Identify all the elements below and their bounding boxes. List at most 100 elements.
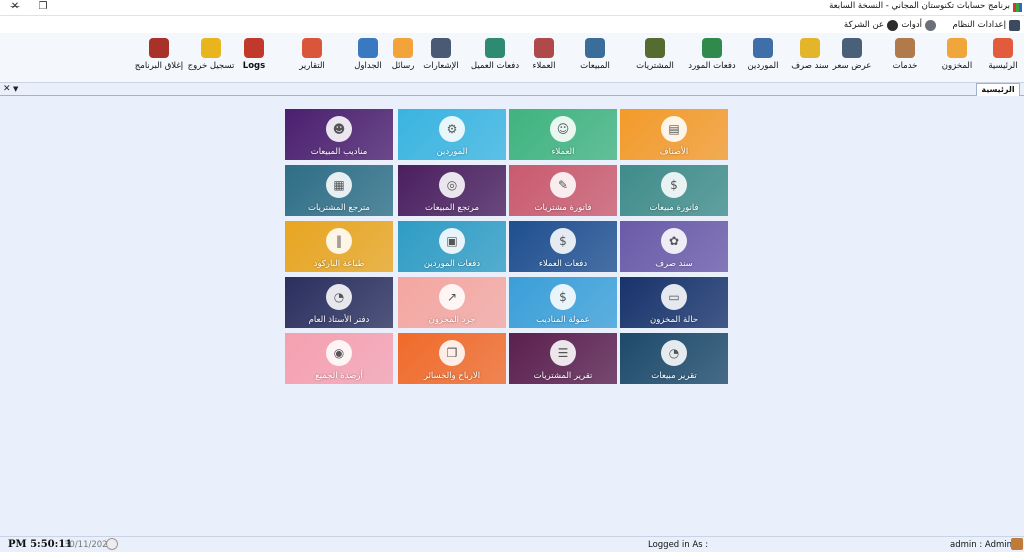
sales-report-icon: ◔ [661, 340, 687, 366]
ribbon-tables-button[interactable]: الجداول [343, 36, 393, 80]
tile-label: دفتر الأستاذ العام [308, 315, 370, 325]
balances-icon: ◉ [326, 340, 352, 366]
lock-icon [201, 38, 221, 58]
menu-bar: إعدادات النظام أدوات عن الشركة [0, 15, 1024, 33]
tile-label: تقرير مبيعات [651, 371, 697, 381]
logs-icon [244, 38, 264, 58]
ribbon-customers-button[interactable]: العملاء [519, 36, 569, 80]
tile-sales-return[interactable]: ◎ مرتجع المبيعات [398, 165, 506, 216]
tile-label: الأصناف [659, 147, 689, 157]
app-logo-icon [1013, 3, 1022, 12]
services-icon [895, 38, 915, 58]
ribbon-reports-button[interactable]: التقارير [287, 36, 337, 80]
ribbon-voucher-button[interactable]: سند صرف [785, 36, 835, 80]
home-icon [993, 38, 1013, 58]
suppliers-icon [753, 38, 773, 58]
sales-icon [585, 38, 605, 58]
tile-customers[interactable]: ☺ العملاء [509, 109, 617, 160]
tile-sales-report[interactable]: ◔ تقرير مبيعات [620, 333, 728, 384]
tile-inventory-status[interactable]: ▭ حالة المخزون [620, 277, 728, 328]
voucher-icon [800, 38, 820, 58]
current-user: admin : Admin [950, 540, 1012, 550]
menu-system-settings[interactable]: إعدادات النظام [953, 18, 1020, 32]
tile-ledger[interactable]: ◔ دفتر الأستاذ العام [285, 277, 393, 328]
ribbon-purchases-button[interactable]: المشتريات [630, 36, 680, 80]
ribbon-label: العملاء [532, 61, 556, 71]
tile-customer-payments[interactable]: $ دفعات العملاء [509, 221, 617, 272]
products-icon: ▤ [661, 116, 687, 142]
tile-label: مناديب المبيعات [310, 147, 368, 157]
folder-icon [1009, 19, 1020, 31]
tile-sales-invoice[interactable]: $ فاتورة مبيعات [620, 165, 728, 216]
purchases-icon [645, 38, 665, 58]
tile-expense-voucher[interactable]: ✿ سند صرف [620, 221, 728, 272]
ribbon-services-button[interactable]: خدمات [880, 36, 930, 80]
tile-label: طباعة الباركود [313, 259, 365, 269]
tile-label: مترجع المشتريات [308, 203, 370, 213]
ribbon-label: المبيعات [580, 61, 610, 71]
close-icon[interactable]: ✕ [3, 83, 11, 95]
users-icon [1011, 538, 1023, 550]
ribbon-label: تسجيل خروج [187, 61, 235, 71]
supplier-payments-icon: ▣ [439, 228, 465, 254]
tab-home[interactable]: الرئيسية [976, 83, 1020, 96]
ribbon-logs-button[interactable]: Logs [229, 36, 279, 80]
title-bar: — ❐ برنامج حسابات تكنوستان المجاني - الن… [0, 0, 1024, 15]
tile-label: حالة المخزون [649, 315, 699, 325]
tables-icon [358, 38, 378, 58]
stocktake-icon: ↗ [439, 284, 465, 310]
ribbon-sales-button[interactable]: المبيعات [570, 36, 620, 80]
dropdown-icon[interactable]: ▼ [13, 83, 18, 95]
ribbon-exit-button[interactable]: إغلاق البرنامج [133, 36, 185, 80]
exit-icon [149, 38, 169, 58]
ribbon-label: المشتريات [636, 61, 674, 71]
clock-icon [106, 538, 118, 550]
ribbon-logout-button[interactable]: تسجيل خروج [186, 36, 236, 80]
tile-barcode[interactable]: ‖ طباعة الباركود [285, 221, 393, 272]
purchases-report-icon: ☰ [550, 340, 576, 366]
sms-icon [393, 38, 413, 58]
tile-sales-rep[interactable]: ☻ مناديب المبيعات [285, 109, 393, 160]
ribbon-customer-payments-button[interactable]: دفعات العميل [469, 36, 521, 80]
tile-balances[interactable]: ◉ أرصدة الجميع [285, 333, 393, 384]
commission-icon: $ [550, 284, 576, 310]
tile-label: فاتورة مشتريات [534, 203, 592, 213]
barcode-icon: ‖ [326, 228, 352, 254]
tile-label: دفعات الموردين [423, 259, 481, 269]
tile-profit-loss[interactable]: ❐ الارباح والخسائر [398, 333, 506, 384]
tile-label: مرتجع المبيعات [424, 203, 479, 213]
tile-suppliers[interactable]: ⚙ الموردين [398, 109, 506, 160]
ribbon-label: الموردين [747, 61, 779, 71]
menu-about[interactable]: عن الشركة [844, 18, 898, 32]
menu-label: عن الشركة [843, 20, 884, 30]
ribbon-label: Logs [242, 61, 266, 71]
tile-products[interactable]: ▤ الأصناف [620, 109, 728, 160]
tile-label: تقرير المشتريات [533, 371, 593, 381]
tile-purchases-report[interactable]: ☰ تقرير المشتريات [509, 333, 617, 384]
menu-tools[interactable]: أدوات [901, 18, 936, 32]
tile-supplier-payments[interactable]: ▣ دفعات الموردين [398, 221, 506, 272]
ribbon-label: إغلاق البرنامج [134, 61, 184, 71]
tile-stocktake[interactable]: ↗ جرد المخزون [398, 277, 506, 328]
ribbon-label: سند صرف [791, 61, 829, 71]
ledger-icon: ◔ [326, 284, 352, 310]
close-icon[interactable]: ✕ [0, 0, 30, 15]
tile-commission[interactable]: $ عمولة المناديب [509, 277, 617, 328]
tile-label: سند صرف [655, 259, 693, 269]
ribbon-label: التقارير [299, 61, 325, 71]
tile-label: أرصدة الجميع [315, 371, 363, 381]
reports-icon [302, 38, 322, 58]
ribbon-suppliers-button[interactable]: الموردين [738, 36, 788, 80]
inventory-status-icon: ▭ [661, 284, 687, 310]
ribbon-inventory-button[interactable]: المخزون [932, 36, 982, 80]
restore-icon[interactable]: ❐ [28, 0, 58, 15]
ribbon-supplier-payments-button[interactable]: دفعات المورد [686, 36, 738, 80]
ribbon-home-button[interactable]: الرئيسية [978, 36, 1024, 80]
sales-rep-icon: ☻ [326, 116, 352, 142]
info-icon [887, 19, 898, 31]
tile-purchase-invoice[interactable]: ✎ فاتورة مشتريات [509, 165, 617, 216]
sales-return-icon: ◎ [439, 172, 465, 198]
status-bar: PM 5:50:11 30/11/2023 Logged in As : adm… [0, 536, 1024, 552]
ribbon-label: الجداول [354, 61, 382, 71]
tile-purchase-return[interactable]: ▦ مترجع المشتريات [285, 165, 393, 216]
